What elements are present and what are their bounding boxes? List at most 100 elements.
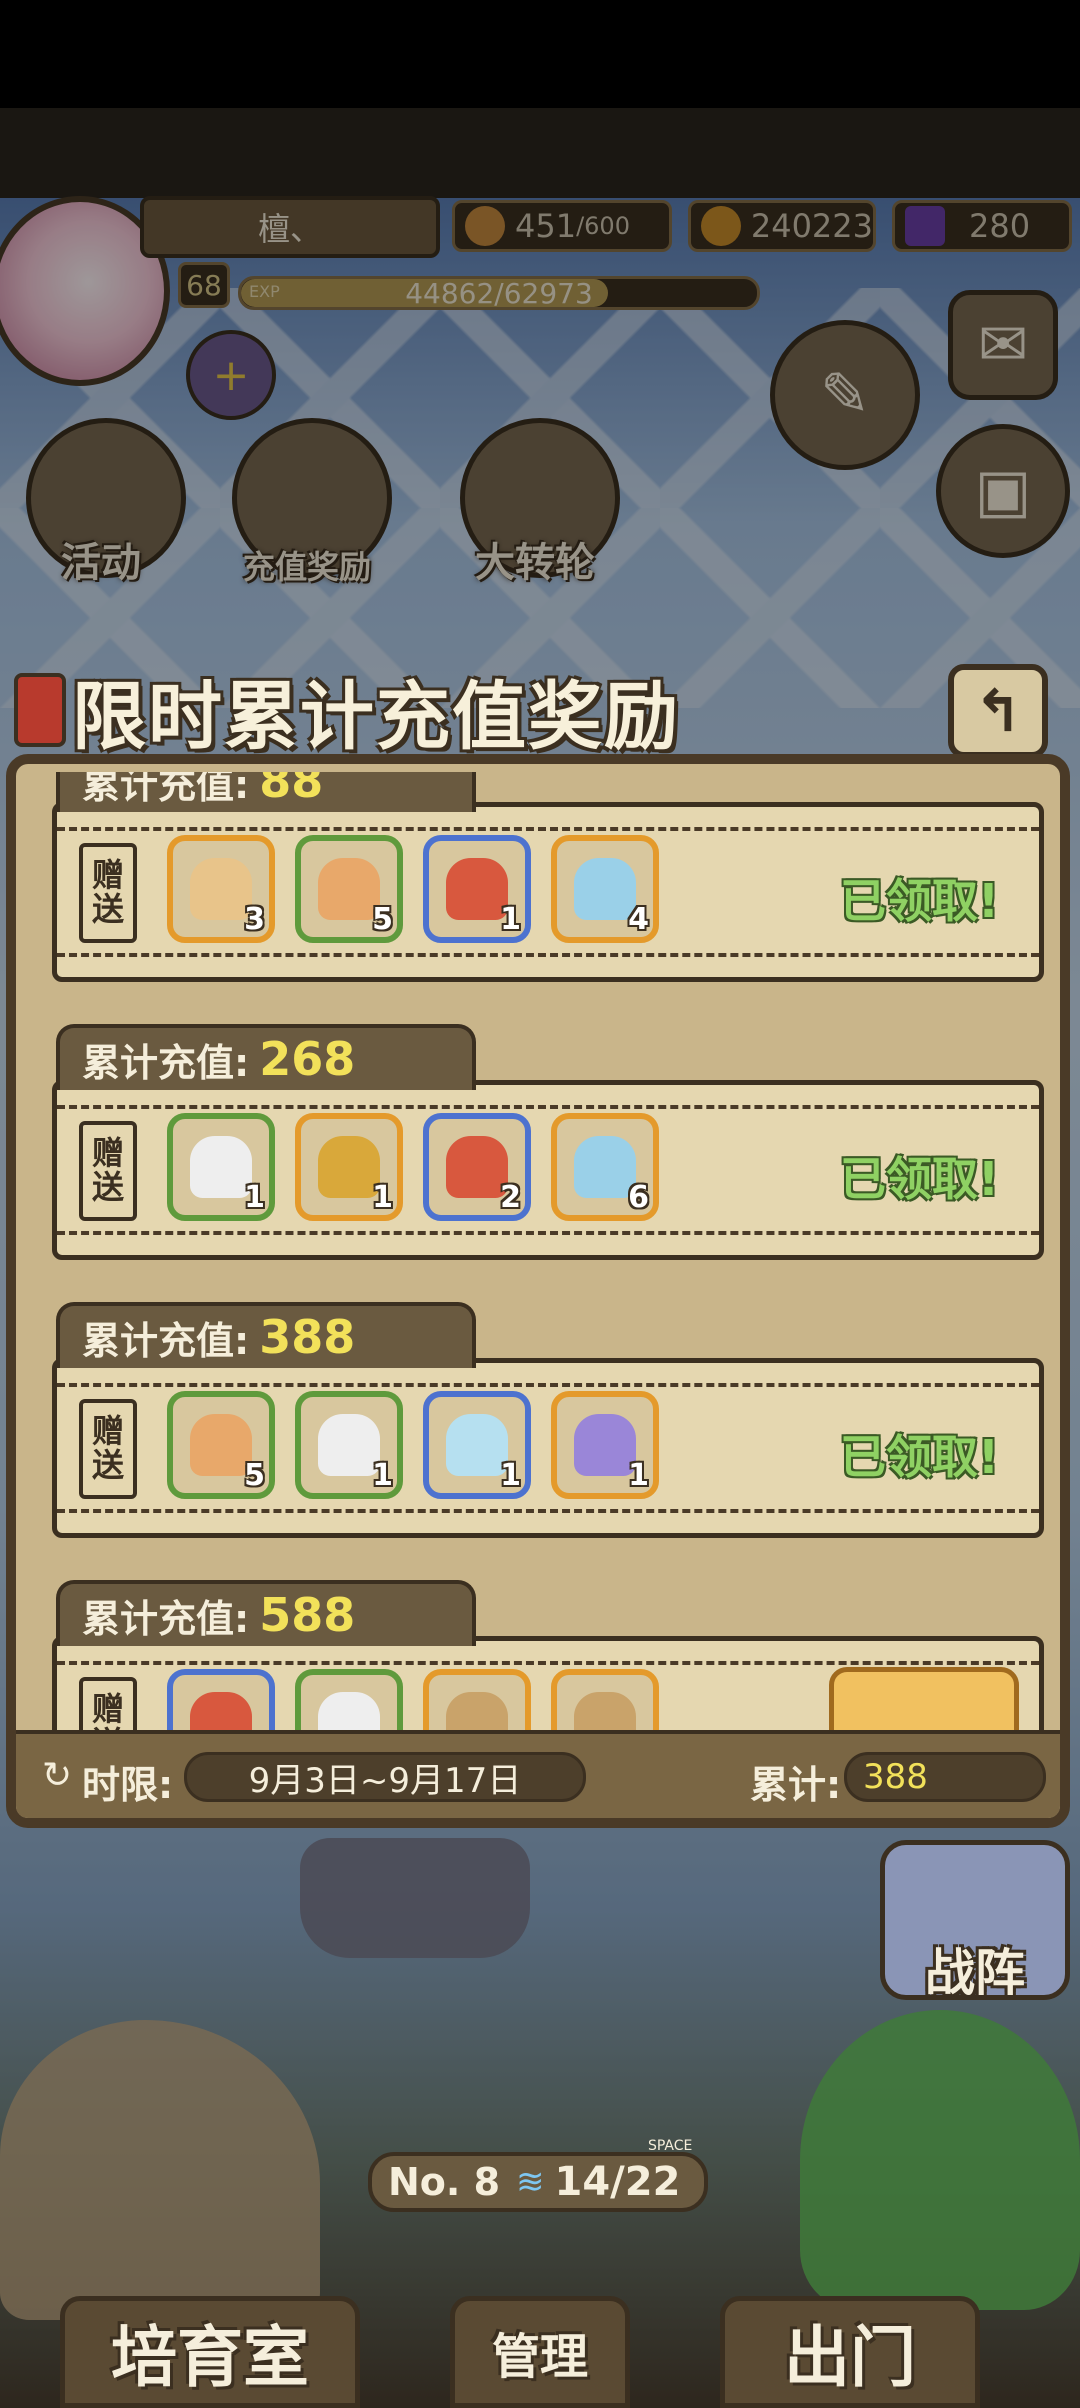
red-gift-icon — [14, 673, 66, 747]
reward-item[interactable]: 2 — [423, 1113, 531, 1221]
reward-item[interactable]: 1 — [295, 1113, 403, 1221]
purple-cloud-creature-icon — [574, 1414, 636, 1476]
manage-label: 管理 — [491, 2329, 588, 2385]
reward-item[interactable]: 3 — [167, 835, 275, 943]
reward-item[interactable]: 1 — [423, 835, 531, 943]
tier-label: 累计充值: — [82, 772, 250, 807]
reward-item[interactable] — [423, 1669, 531, 1730]
gift-tag: 赠送 — [79, 1677, 137, 1730]
reward-tier: 赠送 累计充值:588 — [46, 1580, 1050, 1730]
exit-button[interactable]: 出门 — [720, 2296, 980, 2408]
claimed-status: 已领取! — [840, 874, 999, 928]
gift-tag-char: 赠 — [91, 1134, 124, 1173]
winged-potion-icon — [574, 858, 636, 920]
item-icon — [446, 1692, 508, 1730]
total-label: 累计: — [750, 1763, 842, 1807]
tier-list[interactable]: 赠送 3 5 1 4 已领取! 累计充值: 88 赠送 1 1 2 6 已领取! 累计充值: 268 赠送 5 1 1… — [46, 772, 1050, 1730]
reward-item[interactable] — [551, 1669, 659, 1730]
panel-title: 限时累计充值奖励 — [72, 673, 680, 760]
strawberry-pudding-icon — [190, 1692, 252, 1730]
reward-item[interactable]: 1 — [167, 1113, 275, 1221]
claimed-status: 已领取! — [840, 1152, 999, 1206]
gift-tag: 赠送 — [79, 843, 137, 943]
reward-tier: 赠送 1 1 2 6 已领取! 累计充值: 268 — [46, 1024, 1050, 1264]
reward-item[interactable] — [167, 1669, 275, 1730]
item-quantity: 1 — [500, 1458, 521, 1493]
nursery-label: 培育室 — [111, 2319, 309, 2396]
status-bar — [0, 0, 1080, 108]
item-icon — [574, 1692, 636, 1730]
manage-button[interactable]: 管理 — [450, 2296, 630, 2408]
white-slime-icon — [318, 1692, 380, 1730]
time-range: 9月3日~9月17日 — [184, 1752, 586, 1802]
reward-item[interactable]: 1 — [295, 1391, 403, 1499]
item-quantity: 3 — [244, 902, 265, 937]
panel-title-bar: 限时累计充值奖励 — [14, 664, 680, 760]
reward-tier: 赠送 3 5 1 4 已领取! 累计充值: 88 — [46, 772, 1050, 986]
capacity-value: 14/22 — [554, 2159, 681, 2205]
gift-tag: 赠送 — [79, 1121, 137, 1221]
tier-label: 累计充值: — [82, 1318, 250, 1363]
item-quantity: 4 — [628, 902, 649, 937]
panel-footer: ↻ 时限: 9月3日~9月17日 累计: 388 — [16, 1730, 1060, 1818]
tier-rewards: 赠送 — [52, 1636, 1044, 1730]
room-counter: No. 8 ≋ 14/22 SPACE — [368, 2138, 708, 2212]
hero-character[interactable] — [300, 1838, 530, 1958]
reward-item[interactable]: 4 — [551, 835, 659, 943]
time-limit-label: 时限: — [82, 1763, 174, 1807]
strawberry-pudding-icon — [446, 1136, 508, 1198]
item-quantity: 1 — [500, 902, 521, 937]
tier-amount: 588 — [259, 1588, 356, 1642]
total-value: 388 — [844, 1752, 1046, 1802]
item-quantity: 1 — [244, 1180, 265, 1215]
winged-potion-icon — [574, 1136, 636, 1198]
reward-item[interactable]: 6 — [551, 1113, 659, 1221]
wave-icon: ≋ — [516, 2162, 545, 2202]
reward-item[interactable]: 5 — [167, 1391, 275, 1499]
tier-amount: 388 — [259, 1310, 356, 1364]
gift-tag-char: 赠 — [91, 1690, 124, 1729]
tier-header: 累计充值: 88 — [56, 772, 476, 812]
tier-label: 累计充值: — [82, 1040, 250, 1085]
tier-header: 累计充值: 388 — [56, 1302, 476, 1368]
gift-tag: 赠送 — [79, 1399, 137, 1499]
white-slime-icon — [190, 1136, 252, 1198]
reward-item[interactable] — [295, 1669, 403, 1730]
item-quantity: 6 — [628, 1180, 649, 1215]
forest-tree — [800, 2010, 1080, 2310]
item-quantity: 1 — [628, 1458, 649, 1493]
item-quantity: 5 — [244, 1458, 265, 1493]
claim-button[interactable] — [829, 1667, 1019, 1730]
rainbow-egg-icon — [446, 1414, 508, 1476]
reward-item[interactable]: 1 — [423, 1391, 531, 1499]
pudding-slime-icon — [190, 1414, 252, 1476]
formation-button[interactable]: 战阵 — [880, 1840, 1070, 2002]
tier-rewards: 赠送 5 1 1 1 已领取! — [52, 1358, 1044, 1538]
tier-rewards: 赠送 3 5 1 4 已领取! — [52, 802, 1044, 982]
item-quantity: 2 — [500, 1180, 521, 1215]
return-arrow-icon: ↰ — [973, 677, 1023, 745]
back-button[interactable]: ↰ — [948, 664, 1048, 758]
reward-item[interactable]: 5 — [295, 835, 403, 943]
reward-item[interactable]: 1 — [551, 1391, 659, 1499]
tier-label: 累计充值: — [82, 1596, 250, 1641]
exit-label: 出门 — [784, 2319, 916, 2396]
reward-panel: 赠送 3 5 1 4 已领取! 累计充值: 88 赠送 1 1 2 6 已领取! 累计充值: 268 赠送 5 1 1… — [6, 754, 1070, 1828]
tier-amount: 88 — [259, 772, 324, 808]
formation-label: 战阵 — [925, 1944, 1025, 2002]
space-label: SPACE — [648, 2138, 693, 2154]
reward-tier: 赠送 5 1 1 1 已领取! 累计充值: 388 — [46, 1302, 1050, 1542]
strawberry-pudding-icon — [446, 858, 508, 920]
tier-header: 累计充值: 268 — [56, 1024, 476, 1090]
gift-tag-char: 送 — [91, 890, 124, 928]
tier-amount: 268 — [259, 1032, 356, 1086]
gift-tag-char: 赠 — [91, 856, 124, 895]
claimed-status: 已领取! — [840, 1430, 999, 1484]
room-number: No. 8 — [388, 2160, 501, 2204]
nursery-button[interactable]: 培育室 — [60, 2296, 360, 2408]
tier-header: 累计充值: 588 — [56, 1580, 476, 1646]
item-quantity: 5 — [372, 902, 393, 937]
gift-tag-char: 送 — [91, 1446, 124, 1484]
item-quantity: 1 — [372, 1180, 393, 1215]
ticket-icon — [190, 858, 252, 920]
